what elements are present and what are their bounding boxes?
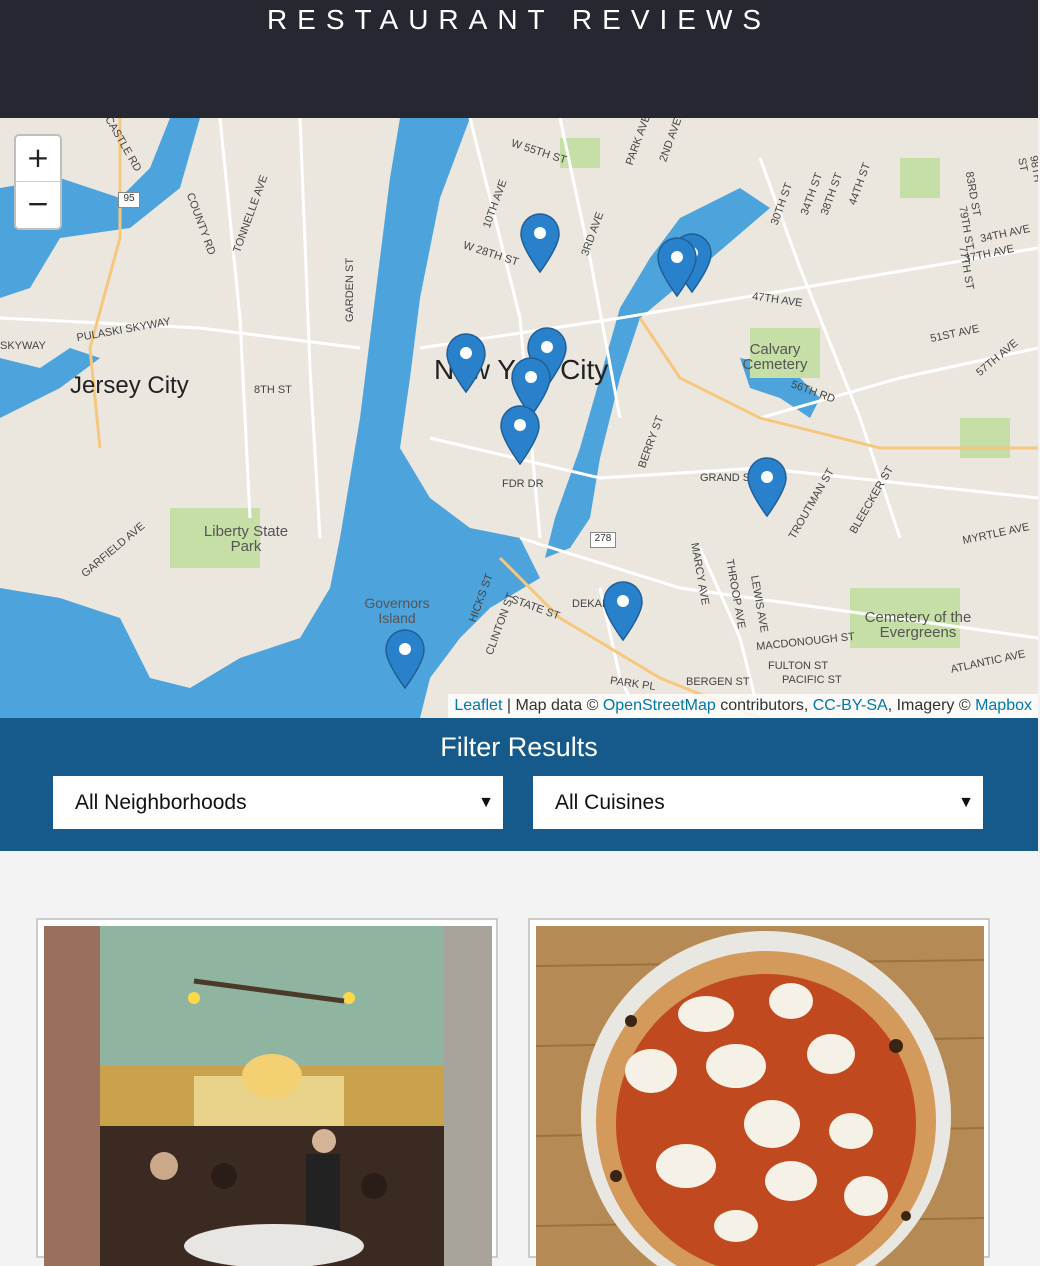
map-attribution: Leaflet | Map data © OpenStreetMap contr…: [448, 694, 1038, 718]
neighborhoods-select-value: All Neighborhoods: [75, 791, 247, 814]
site-title: RESTAURANT REVIEWS: [266, 4, 772, 35]
restaurant-marker[interactable]: [520, 213, 560, 273]
attribution-text: , Imagery ©: [887, 697, 976, 714]
filter-section: Filter Results All Neighborhoods ▼ All C…: [0, 718, 1038, 851]
restaurant-card[interactable]: [528, 918, 990, 1266]
openstreetmap-link[interactable]: OpenStreetMap: [603, 697, 716, 714]
map[interactable]: New York City Jersey City Calvary Cemete…: [0, 118, 1038, 718]
attribution-text: contributors,: [715, 697, 813, 714]
zoom-out-button[interactable]: −: [16, 182, 60, 228]
mapbox-link[interactable]: Mapbox: [975, 697, 1032, 714]
restaurant-image[interactable]: [536, 926, 984, 1266]
restaurant-marker[interactable]: [500, 405, 540, 465]
dropdown-arrow-icon: ▼: [478, 794, 494, 811]
site-header: RESTAURANT REVIEWS: [0, 0, 1038, 118]
restaurant-marker[interactable]: [385, 629, 425, 689]
cuisines-select-value: All Cuisines: [555, 791, 665, 814]
leaflet-link[interactable]: Leaflet: [454, 697, 502, 714]
restaurant-marker[interactable]: [446, 333, 486, 393]
neighborhoods-select[interactable]: All Neighborhoods ▼: [53, 776, 503, 829]
filter-title: Filter Results: [440, 732, 598, 762]
restaurant-card[interactable]: [36, 918, 498, 1266]
markers[interactable]: [0, 118, 1038, 718]
attribution-text: | Map data ©: [502, 697, 603, 714]
restaurant-marker[interactable]: [747, 457, 787, 517]
cuisines-select[interactable]: All Cuisines ▼: [533, 776, 983, 829]
zoom-in-button[interactable]: +: [16, 136, 60, 182]
dropdown-arrow-icon: ▼: [958, 794, 974, 811]
cc-by-sa-link[interactable]: CC-BY-SA: [813, 697, 888, 714]
restaurant-image[interactable]: [44, 926, 492, 1266]
restaurant-marker[interactable]: [603, 581, 643, 641]
zoom-control: + −: [14, 134, 62, 230]
